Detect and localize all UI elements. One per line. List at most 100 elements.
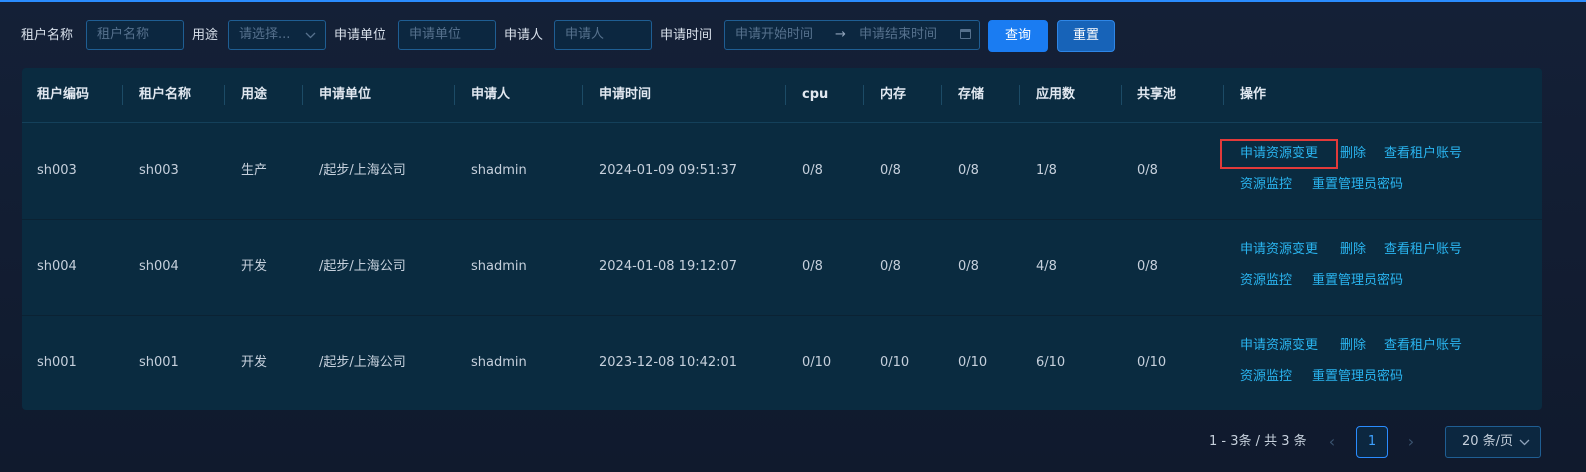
col-cpu: cpu [802,87,829,102]
reset-password-link[interactable]: 重置管理员密码 [1312,170,1403,200]
purpose-select-placeholder: 请选择... [239,27,291,42]
cell-purpose: 开发 [241,259,268,274]
chevron-down-icon [305,21,316,49]
cell-applicant: shadmin [471,259,527,274]
col-separator [941,85,942,105]
cell-apps: 1/8 [1036,163,1057,178]
page-size-value: 20 条/页 [1462,434,1514,449]
cell-applicant: shadmin [471,163,527,178]
cell-memory: 0/10 [880,355,910,370]
top-accent-line [0,0,1586,2]
view-account-link[interactable]: 查看租户账号 [1384,331,1462,361]
reset-password-link[interactable]: 重置管理员密码 [1312,362,1403,392]
col-separator [454,85,455,105]
page-button-1[interactable]: 1 [1356,426,1388,458]
cell-purpose: 开发 [241,355,268,370]
cell-tenant-name: sh004 [139,259,179,274]
cell-storage: 0/10 [958,355,988,370]
delete-link[interactable]: 删除 [1340,331,1366,361]
col-separator [1121,85,1122,105]
col-applicant: 申请人 [471,87,511,102]
col-separator [224,85,225,105]
date-range-picker[interactable]: 申请开始时间 → 申请结束时间 [724,20,980,50]
cell-cpu: 0/10 [802,355,832,370]
table-row: sh004 sh004 开发 /起步/上海公司 shadmin 2024-01-… [22,219,1542,316]
col-pool: 共享池 [1137,87,1177,102]
delete-link[interactable]: 删除 [1340,235,1366,265]
col-tenant-code: 租户编码 [37,87,90,102]
apply-change-link[interactable]: 申请资源变更 [1240,139,1318,169]
chevron-right-icon[interactable]: › [1401,426,1421,458]
apply-change-link[interactable]: 申请资源变更 [1240,331,1318,361]
apply-change-link[interactable]: 申请资源变更 [1240,235,1318,265]
resource-monitor-link[interactable]: 资源监控 [1240,170,1292,200]
cell-memory: 0/8 [880,259,901,274]
table-row: sh001 sh001 开发 /起步/上海公司 shadmin 2023-12-… [22,315,1542,410]
cell-cpu: 0/8 [802,163,823,178]
col-separator [582,85,583,105]
time-label: 申请时间 [660,28,713,43]
pagination-total: 1 - 3条 / 共 3 条 [1209,434,1307,449]
delete-link[interactable]: 删除 [1340,139,1366,169]
cell-time: 2024-01-08 19:12:07 [599,259,738,274]
applicant-input[interactable]: 申请人 [554,20,652,50]
purpose-select[interactable]: 请选择... [228,20,326,50]
view-account-link[interactable]: 查看租户账号 [1384,235,1462,265]
col-storage: 存储 [958,87,985,102]
reset-password-link[interactable]: 重置管理员密码 [1312,266,1403,296]
cell-pool: 0/8 [1137,259,1158,274]
arrow-right-icon: → [835,27,846,42]
time-start-placeholder: 申请开始时间 [735,27,814,42]
time-end-placeholder: 申请结束时间 [859,27,938,42]
unit-input[interactable]: 申请单位 [398,20,496,50]
chevron-down-icon [1519,427,1530,469]
cell-tenant-code: sh004 [37,259,77,274]
cell-memory: 0/8 [880,163,901,178]
col-tenant-name: 租户名称 [139,87,192,102]
reset-button[interactable]: 重置 [1057,20,1115,52]
col-memory: 内存 [880,87,907,102]
cell-purpose: 生产 [241,163,268,178]
cell-pool: 0/8 [1137,163,1158,178]
col-separator [863,85,864,105]
col-separator [302,85,303,105]
cell-unit: /起步/上海公司 [319,355,406,370]
cell-tenant-name: sh003 [139,163,179,178]
cell-cpu: 0/8 [802,259,823,274]
col-apps: 应用数 [1036,87,1076,102]
col-separator [1223,85,1224,105]
chevron-left-icon[interactable]: ‹ [1322,426,1342,458]
col-unit: 申请单位 [319,87,372,102]
col-actions: 操作 [1240,87,1267,102]
cell-unit: /起步/上海公司 [319,259,406,274]
resource-monitor-link[interactable]: 资源监控 [1240,362,1292,392]
col-separator [122,85,123,105]
cell-tenant-name: sh001 [139,355,179,370]
cell-tenant-code: sh001 [37,355,77,370]
cell-apps: 4/8 [1036,259,1057,274]
cell-unit: /起步/上海公司 [319,163,406,178]
purpose-label: 用途 [192,28,219,43]
view-account-link[interactable]: 查看租户账号 [1384,139,1462,169]
cell-tenant-code: sh003 [37,163,77,178]
cell-storage: 0/8 [958,163,979,178]
table-header: 租户编码 租户名称 用途 申请单位 申请人 申请时间 cpu 内存 存储 应用数… [22,68,1542,123]
search-bar: 租户名称 租户名称 用途 请选择... 申请单位 申请单位 申请人 申请人 申请… [0,20,1586,52]
applicant-label: 申请人 [504,28,544,43]
cell-apps: 6/10 [1036,355,1066,370]
tenant-name-input[interactable]: 租户名称 [86,20,184,50]
query-button[interactable]: 查询 [988,20,1048,52]
cell-storage: 0/8 [958,259,979,274]
table-row: sh003 sh003 生产 /起步/上海公司 shadmin 2024-01-… [22,123,1542,220]
unit-label: 申请单位 [334,28,387,43]
col-separator [1019,85,1020,105]
col-purpose: 用途 [241,87,268,102]
tenant-table: 租户编码 租户名称 用途 申请单位 申请人 申请时间 cpu 内存 存储 应用数… [22,68,1542,410]
cell-applicant: shadmin [471,355,527,370]
col-time: 申请时间 [599,87,652,102]
page-size-select[interactable]: 20 条/页 [1445,426,1541,458]
tenant-name-label: 租户名称 [21,28,74,43]
cell-time: 2024-01-09 09:51:37 [599,163,738,178]
resource-monitor-link[interactable]: 资源监控 [1240,266,1292,296]
col-separator [785,85,786,105]
